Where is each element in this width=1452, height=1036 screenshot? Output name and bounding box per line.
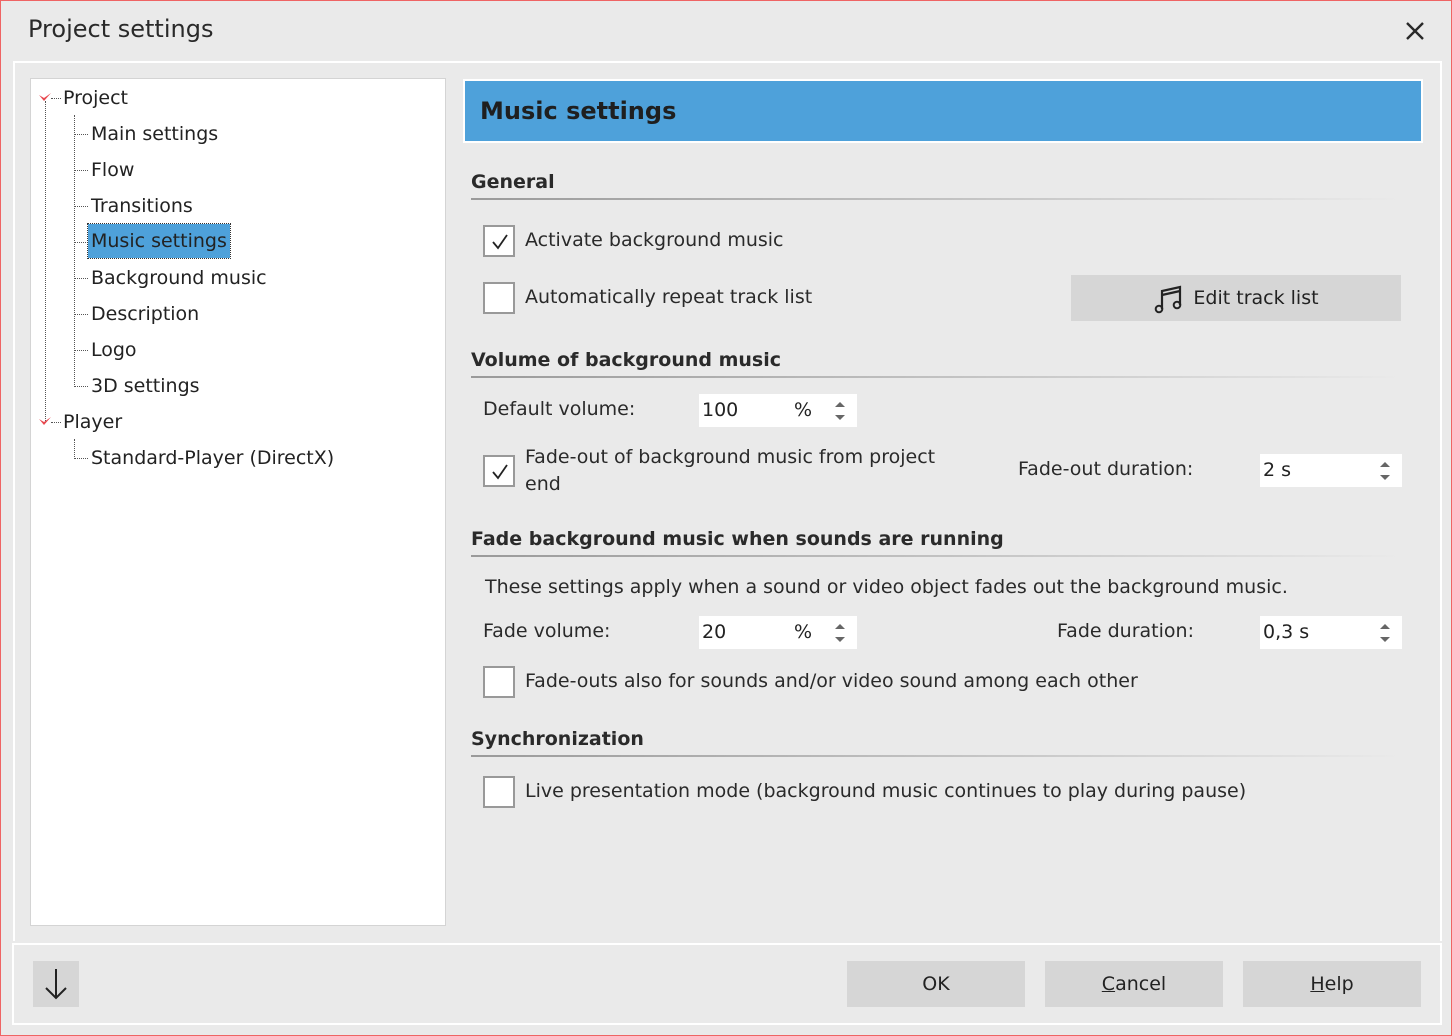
section-divider (471, 198, 1401, 200)
tree-item-player[interactable]: Player (60, 407, 125, 437)
fade-out-project-end-checkbox[interactable] (483, 455, 515, 487)
edit-track-list-label: Edit track list (1193, 287, 1319, 309)
arrow-down-icon (45, 969, 67, 1000)
close-icon (1406, 22, 1424, 40)
activate-bg-music-label[interactable]: Activate background music (525, 229, 784, 251)
close-button[interactable] (1401, 17, 1429, 45)
section-divider (471, 755, 1401, 757)
music-note-icon (1155, 285, 1182, 314)
fade-duration-value[interactable]: 0,3 s (1263, 621, 1309, 643)
section-title-fade: Fade background music when sounds are ru… (471, 528, 1004, 550)
fade-duration-label: Fade duration: (1057, 620, 1194, 642)
tree-item-music-settings[interactable]: Music settings (87, 223, 231, 259)
dialog-title: Project settings (28, 15, 214, 43)
expand-arrow-icon[interactable] (39, 417, 51, 427)
fade-description: These settings apply when a sound or vid… (485, 576, 1288, 598)
settings-tree[interactable]: Project Main settings Flow Transitions M… (30, 78, 446, 926)
tree-item-standard-player[interactable]: Standard-Player (DirectX) (88, 443, 337, 473)
percent-unit: % (794, 621, 813, 643)
tree-item-flow[interactable]: Flow (88, 155, 137, 185)
spin-arrows-icon[interactable] (833, 622, 847, 644)
expand-arrow-icon[interactable] (39, 93, 51, 103)
fade-volume-spinner[interactable]: 20 % (699, 616, 857, 649)
section-divider (471, 555, 1401, 557)
fade-volume-value[interactable]: 20 (702, 621, 726, 643)
spin-arrows-icon[interactable] (1378, 460, 1392, 482)
dialog-window: Project settings Project Main settings F… (0, 0, 1452, 1036)
tree-line (45, 101, 46, 423)
tree-line (74, 439, 75, 459)
percent-unit: % (794, 399, 813, 421)
checkmark-icon (492, 464, 508, 480)
edit-track-list-button[interactable]: Edit track list (1071, 275, 1401, 321)
footer-frame (12, 943, 1442, 1025)
activate-bg-music-checkbox[interactable] (483, 225, 515, 257)
fade-outs-among-label[interactable]: Fade-outs also for sounds and/or video s… (525, 670, 1138, 692)
section-title-volume: Volume of background music (471, 349, 782, 371)
fade-volume-label: Fade volume: (483, 620, 611, 642)
live-mode-checkbox[interactable] (483, 776, 515, 808)
cancel-button[interactable]: Cancel (1045, 961, 1223, 1007)
checkmark-icon (492, 234, 508, 250)
fade-duration-spinner[interactable]: 0,3 s (1260, 616, 1402, 649)
spin-arrows-icon[interactable] (833, 400, 847, 422)
tree-item-description[interactable]: Description (88, 299, 202, 329)
tree-item-main-settings[interactable]: Main settings (88, 119, 221, 149)
fade-out-duration-spinner[interactable]: 2 s (1260, 454, 1402, 487)
tree-item-project[interactable]: Project (60, 83, 131, 113)
default-volume-label: Default volume: (483, 398, 636, 420)
panel-header-title: Music settings (480, 97, 677, 125)
panel-header: Music settings (463, 79, 1423, 143)
default-volume-value[interactable]: 100 (702, 399, 738, 421)
fade-out-duration-label: Fade-out duration: (1018, 458, 1194, 480)
repeat-track-list-label[interactable]: Automatically repeat track list (525, 286, 812, 308)
ok-label: OK (922, 973, 950, 995)
default-volume-spinner[interactable]: 100 % (699, 394, 857, 427)
fade-out-project-end-label-line2[interactable]: end (525, 473, 561, 495)
down-button[interactable] (33, 961, 79, 1007)
section-divider (471, 376, 1401, 378)
repeat-track-list-checkbox[interactable] (483, 282, 515, 314)
fade-out-duration-value[interactable]: 2 s (1263, 459, 1291, 481)
live-mode-label[interactable]: Live presentation mode (background music… (525, 780, 1246, 802)
tree-item-3d-settings[interactable]: 3D settings (88, 371, 203, 401)
tree-item-logo[interactable]: Logo (88, 335, 140, 365)
fade-outs-among-checkbox[interactable] (483, 666, 515, 698)
section-title-general: General (471, 171, 555, 193)
spin-arrows-icon[interactable] (1378, 622, 1392, 644)
tree-item-transitions[interactable]: Transitions (88, 191, 196, 221)
section-title-sync: Synchronization (471, 728, 644, 750)
ok-button[interactable]: OK (847, 961, 1025, 1007)
tree-item-background-music[interactable]: Background music (88, 263, 270, 293)
fade-out-project-end-label-line1[interactable]: Fade-out of background music from projec… (525, 446, 935, 468)
help-button[interactable]: Help (1243, 961, 1421, 1007)
cancel-label: Cancel (1101, 973, 1167, 995)
help-label: Help (1310, 973, 1354, 995)
tree-line (74, 115, 75, 387)
